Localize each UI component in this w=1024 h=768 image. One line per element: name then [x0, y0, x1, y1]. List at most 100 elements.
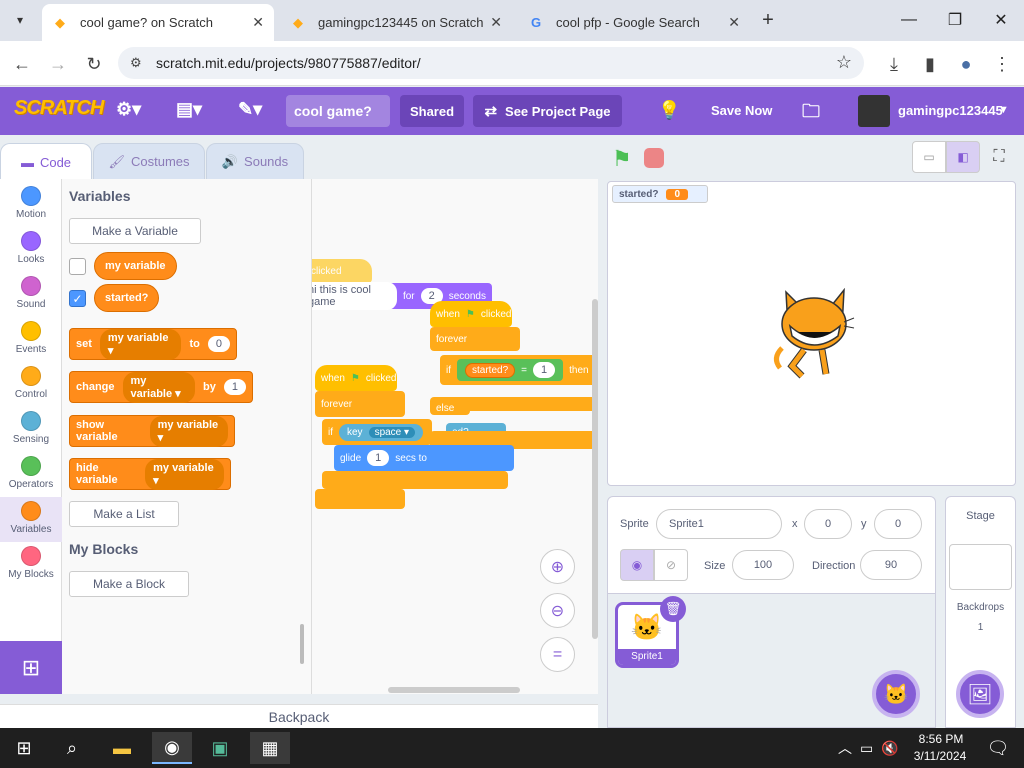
- category-sensing[interactable]: Sensing: [0, 407, 62, 452]
- theme-bulb-icon[interactable]: 💡: [658, 100, 680, 121]
- started-reporter[interactable]: started?: [465, 362, 516, 378]
- x-input[interactable]: 0: [804, 509, 852, 539]
- glide-block[interactable]: glide 1 secs to: [334, 445, 514, 471]
- forever-block[interactable]: forever: [430, 327, 520, 351]
- equals-operator[interactable]: started? = 1: [457, 359, 564, 381]
- category-looks[interactable]: Looks: [0, 227, 62, 272]
- horizontal-scrollbar[interactable]: [388, 687, 520, 693]
- size-input[interactable]: 100: [732, 550, 794, 580]
- change-variable-block[interactable]: change my variable ▾ by 1: [69, 371, 253, 403]
- clock-date[interactable]: 3/11/2024: [908, 749, 972, 763]
- see-project-page-button[interactable]: ⇄ See Project Page: [473, 95, 622, 127]
- backdrop-thumbnail[interactable]: [949, 544, 1012, 590]
- say-text-input[interactable]: hi this is cool game: [312, 282, 397, 310]
- category-variables[interactable]: Variables: [0, 497, 62, 542]
- back-icon[interactable]: ←: [10, 52, 34, 76]
- address-bar[interactable]: ⚙ scratch.mit.edu/projects/980775887/edi…: [118, 47, 864, 79]
- account-dropdown-icon[interactable]: ▼: [998, 104, 1009, 116]
- search-icon[interactable]: ⌕: [52, 732, 92, 764]
- set-variable-block[interactable]: set my variable ▾ to 0: [69, 328, 237, 360]
- hide-sprite-eye-icon[interactable]: ⊘: [654, 549, 688, 581]
- category-sound[interactable]: Sound: [0, 272, 62, 317]
- my-variable-checkbox[interactable]: [69, 258, 86, 275]
- normal-stage-icon[interactable]: ◧: [946, 141, 980, 173]
- stop-icon[interactable]: [644, 148, 664, 168]
- save-now-button[interactable]: Save Now: [711, 103, 772, 118]
- backpack-bar[interactable]: Backpack: [0, 704, 598, 728]
- new-tab-icon[interactable]: +: [758, 8, 778, 32]
- add-extension-icon[interactable]: ⊞: [0, 641, 62, 694]
- app-icon[interactable]: ▣: [200, 732, 240, 764]
- browser-tab-2[interactable]: ◆ gamingpc123445 on Scratch ✕: [280, 4, 512, 41]
- windows-start-icon[interactable]: ⊞: [4, 732, 44, 764]
- compare-input[interactable]: 1: [532, 362, 556, 378]
- cat-sprite[interactable]: [768, 288, 856, 380]
- direction-input[interactable]: 90: [860, 550, 922, 580]
- fullscreen-icon[interactable]: ⛶: [986, 141, 1012, 173]
- category-events[interactable]: Events: [0, 317, 62, 362]
- glide-secs-input[interactable]: 1: [367, 450, 390, 466]
- close-tab-icon[interactable]: ✕: [252, 14, 264, 31]
- tab-sounds[interactable]: 🔊 Sounds: [206, 143, 304, 180]
- choose-backdrop-icon[interactable]: 🖼: [956, 670, 1004, 718]
- site-info-icon[interactable]: ⚙: [130, 55, 142, 71]
- profile-icon[interactable]: ●: [954, 52, 978, 76]
- category-operators[interactable]: Operators: [0, 452, 62, 497]
- my-stuff-folder-icon[interactable]: 🗀: [802, 99, 820, 129]
- zoom-in-icon[interactable]: ⊕: [540, 549, 575, 584]
- edit-menu-icon[interactable]: ✎▾: [238, 99, 262, 120]
- my-variable-reporter[interactable]: my variable: [94, 252, 177, 280]
- tab-search-button[interactable]: ▾: [8, 8, 32, 32]
- browser-tab-3[interactable]: G cool pfp - Google Search ✕: [518, 4, 750, 41]
- make-list-button[interactable]: Make a List: [69, 501, 179, 527]
- side-panel-icon[interactable]: ▮: [918, 52, 942, 76]
- key-dropdown[interactable]: space ▾: [368, 426, 416, 438]
- zoom-reset-icon[interactable]: =: [540, 637, 575, 672]
- variable-dropdown[interactable]: my variable ▾: [149, 415, 228, 447]
- settings-menu-icon[interactable]: ⚙▾: [116, 99, 141, 120]
- project-title-input[interactable]: cool game?: [286, 95, 390, 127]
- category-control[interactable]: Control: [0, 362, 62, 407]
- download-icon[interactable]: ⤓: [882, 52, 906, 76]
- value-input[interactable]: 0: [207, 336, 230, 352]
- zoom-out-icon[interactable]: ⊖: [540, 593, 575, 628]
- y-input[interactable]: 0: [874, 509, 922, 539]
- close-tab-icon[interactable]: ✕: [490, 14, 502, 31]
- vertical-scrollbar[interactable]: [592, 299, 598, 639]
- when-flag-clicked-hat[interactable]: when ⚑ clicked: [430, 301, 512, 327]
- app-icon-2[interactable]: ▦: [250, 732, 290, 764]
- when-flag-clicked-hat[interactable]: ⚑clicked: [312, 259, 372, 283]
- variable-monitor[interactable]: started? 0: [612, 185, 708, 203]
- minimize-icon[interactable]: —: [886, 6, 932, 34]
- small-stage-icon[interactable]: ▭: [912, 141, 946, 173]
- close-tab-icon[interactable]: ✕: [728, 14, 740, 31]
- hide-variable-block[interactable]: hide variable my variable ▾: [69, 458, 231, 490]
- category-my-blocks[interactable]: My Blocks: [0, 542, 62, 587]
- bookmark-star-icon[interactable]: ☆: [836, 52, 852, 73]
- green-flag-icon[interactable]: ⚑: [612, 146, 632, 172]
- forward-icon[interactable]: →: [46, 52, 70, 76]
- shared-button[interactable]: Shared: [400, 95, 464, 127]
- make-variable-button[interactable]: Make a Variable: [69, 218, 201, 244]
- palette-scrollbar[interactable]: [300, 624, 304, 664]
- browser-tab-1[interactable]: ◆ cool game? on Scratch ✕: [42, 4, 274, 41]
- variable-dropdown[interactable]: my variable ▾: [145, 458, 224, 490]
- reload-icon[interactable]: ↻: [82, 52, 106, 76]
- close-window-icon[interactable]: ✕: [978, 6, 1024, 34]
- variable-dropdown[interactable]: my variable ▾: [122, 371, 196, 403]
- category-motion[interactable]: Motion: [0, 182, 62, 227]
- value-input[interactable]: 1: [223, 379, 246, 395]
- key-pressed-sensing[interactable]: key space ▾: [339, 423, 424, 441]
- show-sprite-eye-icon[interactable]: ◉: [620, 549, 654, 581]
- sprite-name-input[interactable]: Sprite1: [656, 509, 782, 539]
- notification-icon[interactable]: 🗨: [978, 732, 1018, 764]
- started-checkbox[interactable]: ✓: [69, 290, 86, 307]
- forever-block[interactable]: forever: [315, 391, 405, 417]
- scratch-logo[interactable]: SCRATCH: [14, 97, 104, 125]
- make-block-button[interactable]: Make a Block: [69, 571, 189, 597]
- menu-kebab-icon[interactable]: ⋮: [990, 52, 1014, 76]
- delete-sprite-icon[interactable]: 🗑: [660, 596, 686, 622]
- choose-sprite-icon[interactable]: 🐱: [872, 670, 920, 718]
- tab-costumes[interactable]: 🖌 Costumes: [93, 143, 205, 180]
- clock-time[interactable]: 8:56 PM: [914, 732, 968, 746]
